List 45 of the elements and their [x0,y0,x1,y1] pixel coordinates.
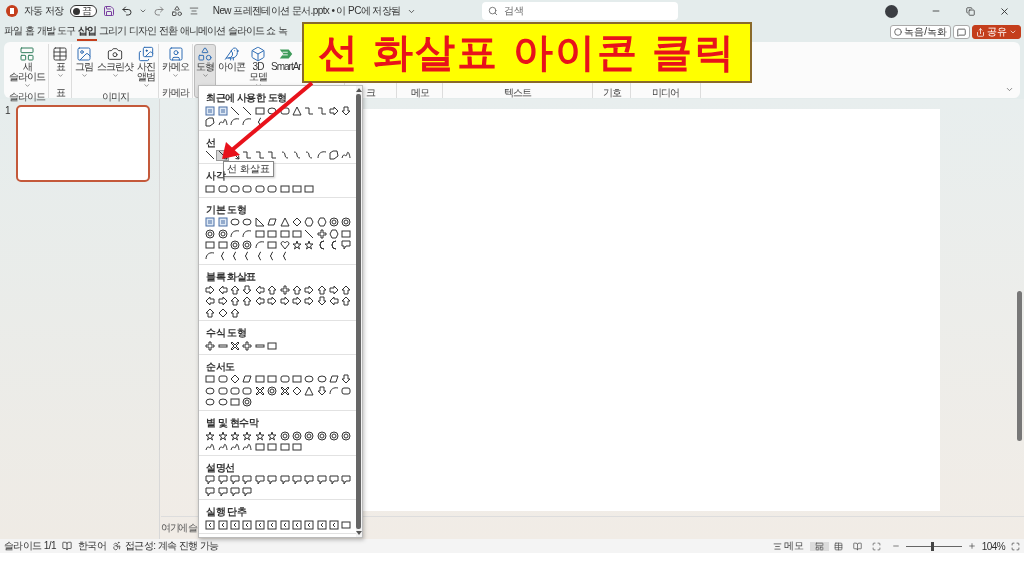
group-label: 기호 [602,87,621,98]
ribbon-button[interactable]: 카메오 [160,44,191,87]
group-label: 텍스트 [504,87,531,98]
section-heading: 수식 도형 [206,327,247,340]
group-label: 슬라이드 [9,91,45,102]
menu-tab[interactable]: 그리기 [97,23,127,41]
group-label: 메모 [410,87,429,98]
slide-counter: 슬라이드 1/1 [4,539,56,553]
record-button[interactable]: 녹음/녹화 [890,25,951,39]
section-heading: 설명선 [206,461,235,474]
accessibility-status: 접근성: 계속 진행 가능 [125,539,219,553]
ribbon-button[interactable]: 스크린샷 [95,44,135,91]
group-label: 미디어 [652,87,679,98]
section-heading: 순서도 [206,360,235,373]
language-label: 한국어 [77,539,107,553]
section-heading: 선 [206,136,216,149]
menu-tab[interactable]: 파일 [3,23,23,41]
ribbon-button[interactable]: 그림 [73,44,95,91]
group-label: 카메라 [162,87,189,98]
document-title: New 프레젠테이션 문서.pptx • 이 PC에 저장됨 [212,4,401,18]
section-heading: 기본 도형 [206,203,247,216]
menu-tab[interactable]: 디자인 [127,23,157,41]
ribbon-button[interactable]: 표 [50,44,70,87]
menu-tab[interactable]: 홈 [24,23,35,41]
menu-tab[interactable]: 녹 [276,23,288,41]
callout-text: 선 화살표 아이콘 클릭 [318,29,736,76]
zoom-level: 104% [981,540,1005,552]
section-heading: 블록 화살표 [206,271,256,284]
notes-button[interactable]: 메모 [772,539,804,553]
group-label: 크 [366,87,375,98]
autosave-label: 자동 저장 [24,4,64,18]
menu-tab[interactable]: 전환 [157,23,178,41]
slide-number: 1 [5,105,10,118]
group-label: 이미지 [101,91,129,102]
ribbon-button[interactable]: 사진 앨범 [135,44,157,91]
section-heading: 별 및 현수막 [206,416,259,429]
autosave-toggle[interactable]: 끔 [69,5,97,17]
menu-tab[interactable]: 개발 도구 [36,23,76,41]
ribbon-button[interactable]: 새 슬라이드 [7,44,47,91]
menu-tab[interactable]: 애니메이션 [178,23,226,41]
search-field[interactable]: 검색 [481,2,678,20]
share-button[interactable]: 공유 [972,25,1021,39]
section-heading: 실행 단추 [206,506,247,519]
menu-tab[interactable]: 슬라이드 쇼 [226,23,276,41]
group-label: 표 [55,87,65,98]
